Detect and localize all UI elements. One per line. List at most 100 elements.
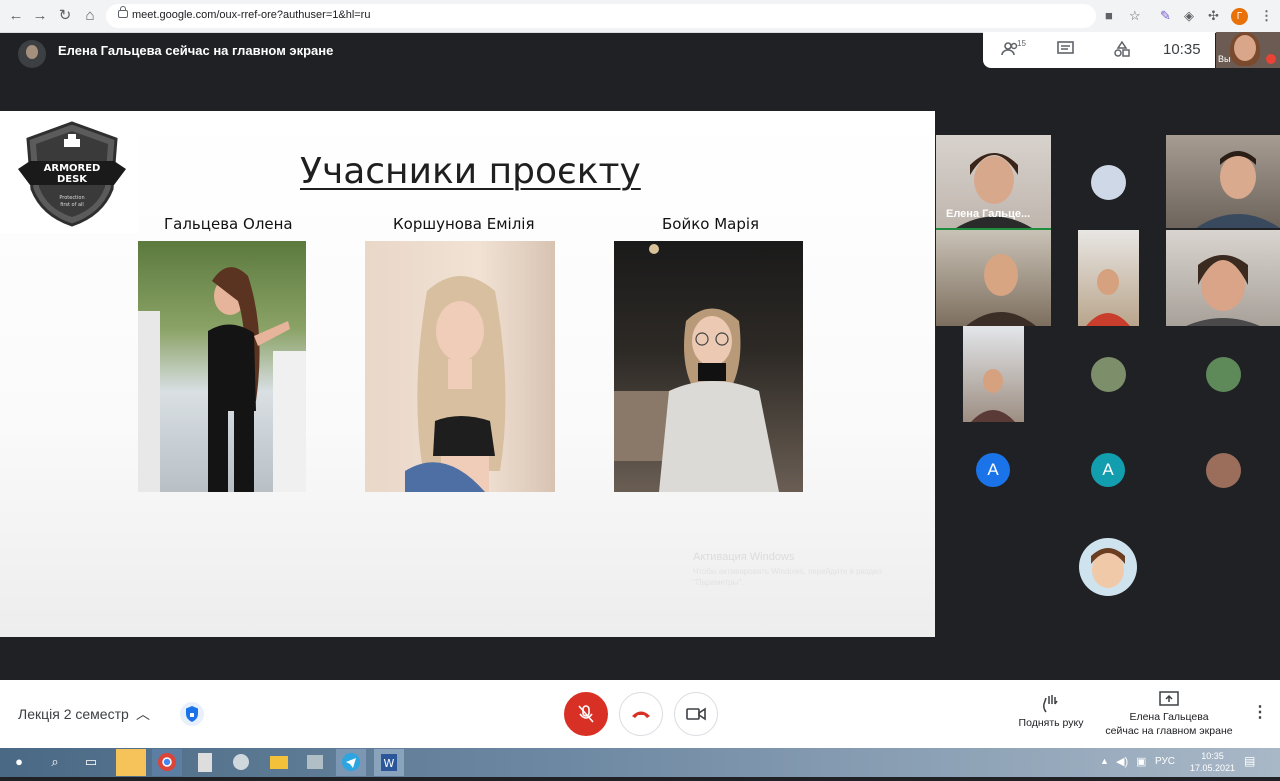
self-view-tile[interactable]: Вы [1216,32,1280,68]
browser-menu-icon[interactable]: ⋮ [1260,8,1273,24]
presenting-line-1: Елена Гальцева [1129,711,1209,723]
armored-desk-logo: ARMORED DESK Protection first of all [18,121,126,227]
forward-icon[interactable]: → [30,6,50,26]
presenter-banner-text: Елена Гальцева сейчас на главном экране [58,43,334,58]
member-name-1: Гальцева Олена [164,215,293,233]
participant-avatar-8 [1091,357,1126,392]
profile-avatar[interactable]: Г [1231,8,1248,25]
participant-tile-10[interactable]: A [936,422,1051,518]
member-name-2: Коршунова Емілія [393,215,535,233]
windows-activation-subtext: Чтобы активировать Windows, перейдите в … [693,567,882,587]
chat-icon[interactable] [1057,41,1075,61]
meeting-clock: 10:35 [1163,41,1201,58]
star-icon[interactable]: ☆ [1129,8,1141,24]
raise-hand-icon[interactable] [1040,694,1064,714]
extensions-puzzle-icon[interactable]: ✣ [1208,8,1219,24]
member-name-3: Бойко Марія [662,215,760,233]
participant-tile-13[interactable] [1013,518,1203,614]
more-options-icon[interactable]: ⋮ [1252,702,1268,722]
participant-tile-9[interactable] [1166,326,1280,422]
hang-up-button[interactable] [619,692,663,736]
self-view-label: Вы [1218,54,1231,64]
speaker-name-label: Елена Гальце... [946,208,1031,220]
participant-tile-7[interactable] [936,326,1051,422]
logo-text-armored: ARMORED [44,163,101,174]
tray-chevron-icon[interactable]: ▲ [1100,756,1109,766]
participant-tile-8[interactable] [1051,326,1166,422]
security-shield-icon[interactable] [180,702,204,726]
browser-toolbar: ← → ↻ ⌂ meet.google.com/oux-rref-ore?aut… [0,0,1280,33]
participant-letter-avatar-11: A [1091,453,1125,487]
logo-text-protection: Protection [59,195,84,201]
logo-box: ARMORED DESK Protection first of all [0,111,138,233]
participant-tile-5[interactable] [1051,230,1166,326]
raise-hand-label[interactable]: Поднять руку [1010,716,1092,730]
meeting-name: Лекція 2 семестр [18,706,129,722]
task-view-icon[interactable]: ▭ [80,751,102,773]
presenter-banner: Елена Гальцева сейчас на главном экране [0,32,980,70]
store-icon[interactable] [116,749,146,776]
search-icon[interactable]: ⌕ [44,751,66,773]
calculator-icon[interactable] [190,749,220,776]
presenting-status[interactable]: Елена Гальцева сейчас на главном экране [1100,710,1238,738]
participants-count: 15 [1017,39,1026,48]
url-text: meet.google.com/oux-rref-ore?authuser=1&… [132,9,371,21]
volume-icon[interactable]: ◀) [1116,755,1128,768]
camera-indicator-icon[interactable]: ■ [1105,8,1113,23]
self-muted-icon [1266,54,1276,64]
word-icon[interactable]: W [374,749,404,776]
slide-title: Учасники проєкту [300,151,641,192]
logo-text-desk: DESK [57,174,88,185]
participant-tile-3[interactable] [1166,135,1280,228]
participant-letter-avatar-10: A [976,453,1010,487]
reload-icon[interactable]: ↻ [55,6,75,26]
chevron-up-icon[interactable]: ︿ [136,704,150,724]
participant-avatar-13 [1079,538,1137,596]
extension-pen-icon[interactable]: ✎ [1160,8,1171,24]
activities-icon[interactable] [1113,40,1131,61]
presentation-slide: ARMORED DESK Protection first of all Уча… [0,111,935,637]
tray-date: 17.05.2021 [1190,763,1236,773]
presenting-line-2: сейчас на главном экране [1105,725,1233,737]
participant-tile-4[interactable] [936,230,1051,326]
member-photo-3 [614,241,803,492]
participant-video-5 [1078,230,1139,326]
participant-tile-2[interactable] [1051,135,1166,228]
file-explorer-icon[interactable] [264,749,294,776]
member-photo-1 [138,241,306,492]
telegram-icon[interactable] [336,749,366,776]
windows-activation-watermark: Активация Windows [693,551,795,563]
windows-taskbar: ● ⌕ ▭ W ▲ ◀) ▣ РУС 10:35 17.05.2021 ▤ [0,748,1280,777]
lock-icon[interactable] [118,6,128,18]
start-apple-icon[interactable]: ● [8,751,30,773]
tray-time: 10:35 [1201,751,1224,761]
meeting-info-panel: 15 10:35 [983,32,1215,68]
participant-tile-12[interactable] [1166,422,1280,518]
camera-button[interactable] [674,692,718,736]
shield-extension-icon[interactable]: ◈ [1184,8,1194,24]
address-bar[interactable]: meet.google.com/oux-rref-ore?authuser=1&… [106,4,1096,28]
tray-clock[interactable]: 10:35 17.05.2021 [1190,750,1235,774]
language-indicator[interactable]: РУС [1155,756,1175,767]
participant-video-7 [963,326,1024,422]
notifications-icon[interactable]: ▤ [1244,754,1255,768]
participant-tile-6[interactable] [1166,230,1280,326]
app-icon-2[interactable] [300,749,330,776]
presenter-avatar [18,40,46,68]
home-icon[interactable]: ⌂ [80,6,100,26]
self-face [1234,35,1256,61]
present-screen-icon[interactable] [1158,690,1180,708]
chrome-app-icon[interactable] [152,749,182,776]
participant-avatar-12 [1206,453,1241,488]
logo-text-first-of-all: first of all [60,202,84,208]
svg-text:W: W [384,757,395,770]
member-photo-2 [365,241,555,492]
participant-tile-11[interactable]: A [1051,422,1166,518]
back-icon[interactable]: ← [6,6,26,26]
participant-avatar-9 [1206,357,1241,392]
mic-off-button[interactable] [564,692,608,736]
meet-controls-bar: Лекція 2 семестр ︿ Поднять руку Елена Га… [0,680,1280,748]
app-icon[interactable] [226,749,256,776]
network-icon[interactable]: ▣ [1136,755,1146,768]
participant-avatar-2 [1091,165,1126,200]
